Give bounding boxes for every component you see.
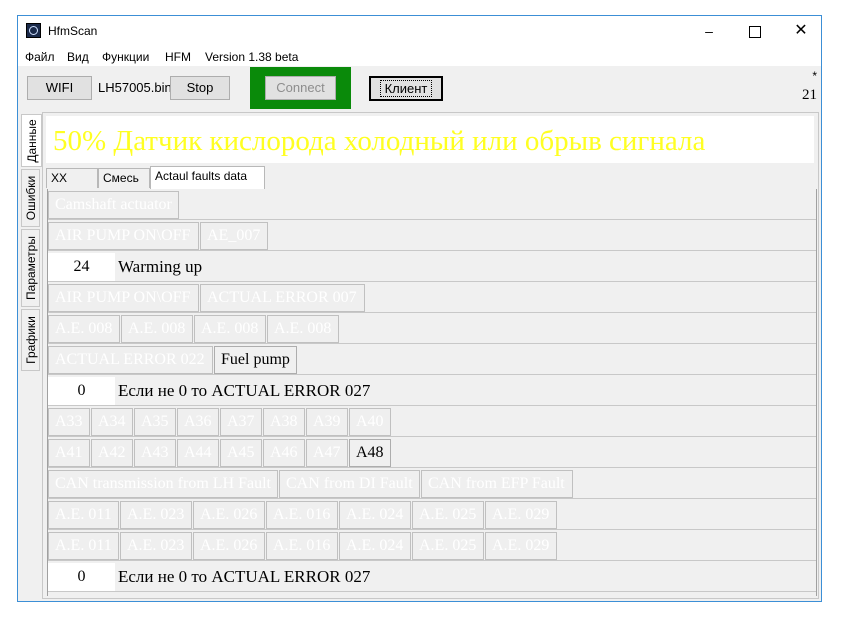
fault-indicator[interactable]: A.E. 026 bbox=[193, 532, 265, 560]
menu-functions[interactable]: Функции bbox=[102, 50, 149, 64]
close-button[interactable]: ✕ bbox=[778, 16, 824, 46]
firmware-file-label: LH57005.bin bbox=[98, 80, 172, 95]
fault-row: AIR PUMP ON\OFF ACTUAL ERROR 007 bbox=[48, 282, 816, 313]
fault-indicator[interactable]: A.E. 016 bbox=[266, 501, 338, 529]
tab-data[interactable]: Данные bbox=[21, 114, 42, 167]
fault-indicator[interactable]: A.E. 008 bbox=[194, 315, 266, 343]
fault-indicator[interactable]: A43 bbox=[134, 439, 176, 467]
fault-row: A41 A42 A43 A44 A45 A46 A47 A48 bbox=[48, 437, 816, 468]
fault-indicator[interactable]: A42 bbox=[91, 439, 133, 467]
title-bar[interactable]: HfmScan – ✕ bbox=[18, 16, 821, 46]
tab-parameters[interactable]: Параметры bbox=[21, 229, 40, 307]
fault-indicator[interactable]: ACTUAL ERROR 022 bbox=[48, 346, 213, 374]
connect-status-frame: Connect bbox=[250, 67, 351, 109]
fault-indicator[interactable]: A46 bbox=[263, 439, 305, 467]
fault-indicator[interactable]: A.E. 011 bbox=[48, 501, 119, 529]
menu-bar: Файл Вид Функции HFM Version 1.38 beta bbox=[18, 46, 821, 66]
fault-row: A.E. 011 A.E. 023 A.E. 026 A.E. 016 A.E. 024… bbox=[48, 530, 816, 561]
fault-indicator[interactable]: A.E. 023 bbox=[120, 532, 192, 560]
fault-indicator[interactable]: A35 bbox=[134, 408, 176, 436]
tab-mixture[interactable]: Смесь bbox=[98, 168, 150, 188]
minimize-button[interactable]: – bbox=[686, 16, 732, 46]
data-panel: 50% Датчик кислорода холодный или обрыв … bbox=[42, 112, 819, 599]
app-window: HfmScan – ✕ Файл Вид Функции HFM Version… bbox=[17, 15, 822, 602]
tab-xx[interactable]: XX bbox=[46, 168, 98, 188]
fault-indicator[interactable]: CAN from DI Fault bbox=[279, 470, 420, 498]
menu-file[interactable]: Файл bbox=[25, 50, 55, 64]
fault-row: A.E. 008 A.E. 008 A.E. 008 A.E. 008 bbox=[48, 313, 816, 344]
tab-actual-faults[interactable]: Actaul faults data bbox=[150, 166, 265, 189]
fault-indicator[interactable]: Camshaft actuator bbox=[48, 191, 179, 219]
fault-value: 0 bbox=[48, 377, 115, 405]
fault-indicator[interactable]: A34 bbox=[91, 408, 133, 436]
fault-indicator[interactable]: CAN transmission from LH Fault bbox=[48, 470, 278, 498]
fault-indicator[interactable]: AIR PUMP ON\OFF bbox=[48, 222, 199, 250]
fault-indicator[interactable]: A.E. 024 bbox=[339, 501, 411, 529]
counter-value: 21 bbox=[802, 87, 817, 103]
menu-view[interactable]: Вид bbox=[67, 50, 89, 64]
fault-indicator[interactable]: A45 bbox=[220, 439, 262, 467]
fault-row: CAN transmission from LH Fault CAN from D… bbox=[48, 468, 816, 499]
fault-row: Camshaft actuator bbox=[48, 189, 816, 220]
tab-errors[interactable]: Ошибки bbox=[21, 169, 40, 227]
fault-value: 24 bbox=[48, 253, 115, 281]
menu-version[interactable]: Version 1.38 beta bbox=[205, 50, 298, 64]
fault-indicator[interactable]: A.E. 016 bbox=[266, 532, 338, 560]
fault-indicator[interactable]: A.E. 011 bbox=[48, 532, 119, 560]
fault-description: Если не 0 то ACTUAL ERROR 027 bbox=[118, 381, 371, 400]
fault-indicator[interactable]: A33 bbox=[48, 408, 90, 436]
maximize-button[interactable] bbox=[732, 16, 778, 46]
fault-indicator[interactable]: A47 bbox=[306, 439, 348, 467]
data-tabs: XX Смесь Actaul faults data bbox=[46, 166, 814, 189]
app-icon bbox=[26, 23, 41, 38]
fault-indicator[interactable]: AE_007 bbox=[200, 222, 268, 250]
fault-indicator[interactable]: A41 bbox=[48, 439, 90, 467]
fault-indicator[interactable]: A36 bbox=[177, 408, 219, 436]
menu-hfm[interactable]: HFM bbox=[165, 50, 191, 64]
fault-indicator[interactable]: A.E. 025 bbox=[412, 501, 484, 529]
fault-description: Warming up bbox=[118, 257, 203, 276]
fault-value: 0 bbox=[48, 563, 115, 591]
fault-indicator[interactable]: A.E. 029 bbox=[485, 501, 557, 529]
fault-indicator[interactable]: A44 bbox=[177, 439, 219, 467]
maximize-icon bbox=[749, 26, 761, 39]
side-tab-strip: Данные Ошибки Параметры Графики bbox=[21, 114, 42, 596]
fault-indicator[interactable]: A39 bbox=[306, 408, 348, 436]
fault-row: A.E. 011 A.E. 023 A.E. 026 A.E. 016 A.E. 024… bbox=[48, 499, 816, 530]
fault-indicator-active[interactable]: A48 bbox=[349, 439, 391, 467]
client-button-label: Клиент bbox=[379, 80, 433, 97]
status-banner: 50% Датчик кислорода холодный или обрыв … bbox=[46, 116, 814, 163]
fault-description: Если не 0 то ACTUAL ERROR 027 bbox=[118, 567, 371, 586]
fault-indicator[interactable]: A.E. 023 bbox=[120, 501, 192, 529]
fault-indicator[interactable]: A.E. 008 bbox=[48, 315, 120, 343]
faults-grid: Camshaft actuator AIR PUMP ON\OFF AE_007 24… bbox=[47, 189, 817, 596]
oxygen-sensor-status: 50% Датчик кислорода холодный или обрыв … bbox=[53, 125, 706, 157]
fault-row: 0 Если не 0 то ACTUAL ERROR 027 bbox=[48, 561, 816, 592]
client-button[interactable]: Клиент bbox=[369, 76, 443, 101]
fault-indicator[interactable]: A.E. 029 bbox=[485, 532, 557, 560]
fault-row: 24 Warming up bbox=[48, 251, 816, 282]
fault-row: ACTUAL ERROR 022 Fuel pump bbox=[48, 344, 816, 375]
fault-indicator[interactable]: A.E. 008 bbox=[267, 315, 339, 343]
tab-graphs[interactable]: Графики bbox=[21, 309, 40, 371]
fault-indicator[interactable]: A.E. 026 bbox=[193, 501, 265, 529]
fault-row: A33 A34 A35 A36 A37 A38 A39 A40 bbox=[48, 406, 816, 437]
fault-indicator[interactable]: A37 bbox=[220, 408, 262, 436]
fault-indicator[interactable]: A.E. 024 bbox=[339, 532, 411, 560]
fault-row: 0 Если не 0 то ACTUAL ERROR 027 bbox=[48, 375, 816, 406]
fault-indicator[interactable]: A40 bbox=[349, 408, 391, 436]
stop-button[interactable]: Stop bbox=[170, 76, 230, 100]
window-title: HfmScan bbox=[48, 24, 98, 38]
connect-button[interactable]: Connect bbox=[265, 76, 336, 100]
wifi-button[interactable]: WIFI bbox=[27, 76, 92, 100]
fault-row: AIR PUMP ON\OFF AE_007 bbox=[48, 220, 816, 251]
fault-indicator-active[interactable]: Fuel pump bbox=[214, 346, 297, 374]
fault-indicator[interactable]: ACTUAL ERROR 007 bbox=[200, 284, 365, 312]
fault-indicator[interactable]: A.E. 025 bbox=[412, 532, 484, 560]
fault-indicator[interactable]: CAN from EFP Fault bbox=[421, 470, 573, 498]
fault-indicator[interactable]: A38 bbox=[263, 408, 305, 436]
fault-indicator[interactable]: AIR PUMP ON\OFF bbox=[48, 284, 199, 312]
fault-indicator[interactable]: A.E. 008 bbox=[121, 315, 193, 343]
modified-indicator: * bbox=[812, 69, 817, 83]
